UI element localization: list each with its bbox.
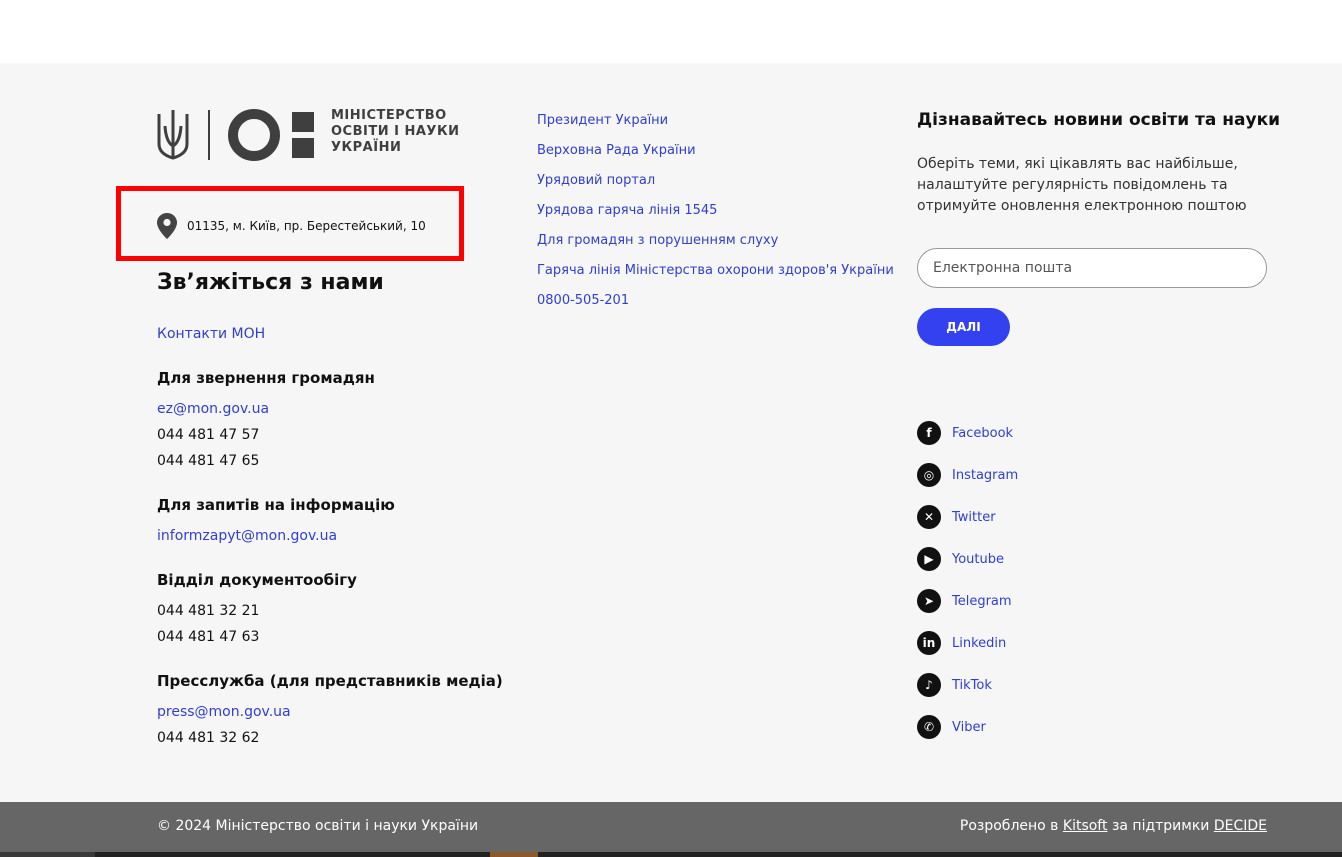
- press-phone: 044 481 32 62: [157, 730, 260, 746]
- decide-link[interactable]: DECIDE: [1214, 818, 1267, 834]
- x-twitter-icon: ✕: [917, 505, 941, 529]
- newsletter-email-input[interactable]: [917, 248, 1267, 288]
- social-tiktok[interactable]: ♪ TikTok: [917, 673, 992, 697]
- kitsoft-link[interactable]: Kitsoft: [1063, 818, 1108, 834]
- trident-icon: [157, 109, 314, 161]
- developed-by: Розроблено в Kitsoft за підтримки DECIDE: [960, 818, 1267, 834]
- social-facebook-label: Facebook: [952, 425, 1014, 441]
- copyright: © 2024 Міністерство освіти і науки Украї…: [157, 818, 479, 834]
- citizens-phone-2: 044 481 47 65: [157, 453, 260, 469]
- citizens-heading: Для звернення громадян: [157, 369, 375, 387]
- social-tiktok-label: TikTok: [952, 677, 992, 693]
- link-gov-portal[interactable]: Урядовий портал: [537, 173, 655, 188]
- link-president[interactable]: Президент України: [537, 113, 668, 128]
- viber-icon: ✆: [917, 715, 941, 739]
- bottom-strip: [0, 852, 1342, 857]
- newsletter-next-button[interactable]: ДАЛІ: [917, 308, 1010, 346]
- strip-segment-accent: [490, 852, 538, 857]
- link-gov-hotline[interactable]: Урядова гаряча лінія 1545: [537, 203, 717, 218]
- docs-phone-1: 044 481 32 21: [157, 603, 260, 619]
- link-parliament[interactable]: Верховна Рада України: [537, 143, 696, 158]
- instagram-icon: ◎: [917, 463, 941, 487]
- social-linkedin[interactable]: in Linkedin: [917, 631, 1006, 655]
- bottom-bar: © 2024 Міністерство освіти і науки Украї…: [0, 802, 1342, 852]
- social-telegram-label: Telegram: [952, 593, 1012, 609]
- docs-heading: Відділ документообігу: [157, 571, 357, 589]
- social-twitter-label: Twitter: [952, 509, 996, 525]
- social-viber[interactable]: ✆ Viber: [917, 715, 986, 739]
- social-instagram[interactable]: ◎ Instagram: [917, 463, 1018, 487]
- tiktok-icon: ♪: [917, 673, 941, 697]
- newsletter-description: Оберіть теми, які цікавлять вас найбільш…: [917, 156, 1247, 214]
- citizens-email-link[interactable]: ez@mon.gov.ua: [157, 401, 269, 417]
- contacts-title: Зв’яжіться з нами: [157, 270, 384, 295]
- social-youtube-label: Youtube: [952, 551, 1004, 567]
- address: 01135, м. Київ, пр. Берестейський, 10: [157, 212, 426, 240]
- top-white-area: [0, 0, 1342, 63]
- social-twitter[interactable]: ✕ Twitter: [917, 505, 996, 529]
- link-hearing-impaired[interactable]: Для громадян з порушенням слуху: [537, 233, 778, 248]
- newsletter-title: Дізнавайтесь новини освіти та науки: [917, 110, 1281, 130]
- telegram-icon: ➤: [917, 589, 941, 613]
- link-phone-hotline[interactable]: 0800-505-201: [537, 293, 629, 308]
- social-facebook[interactable]: f Facebook: [917, 421, 1013, 445]
- contacts-mon-link[interactable]: Контакти МОН: [157, 326, 265, 342]
- developed-prefix: Розроблено в: [959, 818, 1059, 834]
- info-requests-email-link[interactable]: informzapyt@mon.gov.ua: [157, 528, 337, 544]
- linkedin-icon: in: [917, 631, 941, 655]
- mon-logo-mark: [228, 109, 280, 161]
- press-heading: Пресслужба (для представників медіа): [157, 672, 503, 690]
- social-telegram[interactable]: ➤ Telegram: [917, 589, 1012, 613]
- social-linkedin-label: Linkedin: [952, 635, 1007, 651]
- support-prefix: за підтримки: [1111, 818, 1210, 834]
- facebook-icon: f: [917, 421, 941, 445]
- location-pin-icon: [157, 213, 177, 239]
- link-health-hotline[interactable]: Гаряча лінія Міністерства охорони здоров…: [537, 263, 894, 278]
- address-text: 01135, м. Київ, пр. Берестейський, 10: [187, 219, 426, 233]
- strip-segment: [0, 852, 95, 857]
- info-requests-heading: Для запитів на інформацію: [157, 496, 395, 514]
- social-youtube[interactable]: ▶ Youtube: [917, 547, 1004, 571]
- citizens-phone-1: 044 481 47 57: [157, 427, 260, 443]
- docs-phone-2: 044 481 47 63: [157, 629, 260, 645]
- logo-text: МІНІСТЕРСТВО ОСВІТИ І НАУКИ УКРАЇНИ: [331, 108, 460, 155]
- social-instagram-label: Instagram: [952, 467, 1019, 483]
- social-viber-label: Viber: [952, 719, 986, 735]
- mon-logo[interactable]: МІНІСТЕРСТВО ОСВІТИ І НАУКИ УКРАЇНИ: [156, 106, 466, 164]
- youtube-icon: ▶: [917, 547, 941, 571]
- press-email-link[interactable]: press@mon.gov.ua: [157, 704, 291, 720]
